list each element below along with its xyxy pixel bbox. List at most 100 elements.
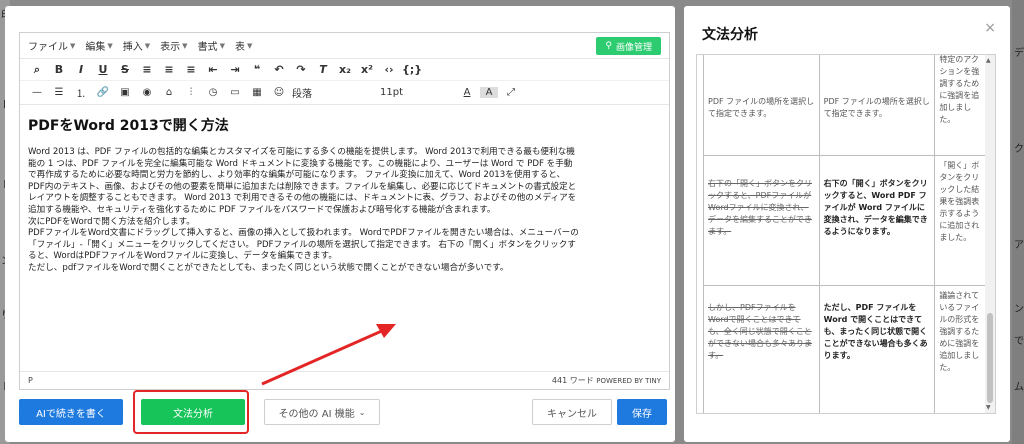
other-ai-button[interactable]: その他の AI 機能 ⌄: [264, 399, 380, 425]
editor-content[interactable]: PDFをWord 2013で開く方法 Word 2013 は、PDF ファイルの…: [20, 105, 669, 275]
fontsize-select[interactable]: 11pt: [380, 87, 450, 98]
italic-icon[interactable]: I: [72, 63, 90, 76]
chevron-down-icon: ⌄: [358, 407, 366, 417]
redo-icon[interactable]: ↷: [292, 63, 310, 76]
bookmark-icon[interactable]: ⌂: [160, 87, 178, 98]
grammar-analysis-panel: 文法分析 × PDF ファイルの場所を選択して指定できます。 PDF ファイルの…: [684, 6, 1010, 442]
image-icon[interactable]: ▣: [116, 87, 134, 98]
bg-char: ク: [1014, 144, 1024, 155]
menu-label: 表: [234, 42, 245, 53]
text-color-icon[interactable]: A: [458, 87, 476, 98]
original-cell: PDF ファイルの場所を選択して指定できます。: [703, 55, 820, 156]
bullet-list-icon[interactable]: ☰: [50, 87, 68, 98]
note-text: 特定のアクションを強調するために強調を追加しました。: [939, 55, 980, 124]
panel-scrollbar[interactable]: ▲ ▼: [985, 55, 995, 413]
other-ai-label: その他の AI 機能: [278, 408, 355, 420]
corrected-cell: ただし、PDF ファイルを Word で開くことはできても、まったく同じ状態で開…: [818, 285, 936, 413]
strikethrough-icon[interactable]: S: [116, 63, 134, 76]
link-icon[interactable]: 🔗: [94, 87, 112, 98]
note-cell: 議論されているファイルの形式を強調するために強調を追加しました。: [934, 285, 991, 413]
image-manager-label: 画像管理: [615, 42, 652, 53]
code-icon[interactable]: ‹›: [380, 63, 398, 76]
menu-insert[interactable]: 挿入 ▼: [122, 38, 150, 54]
bg-char: ア: [1014, 240, 1024, 251]
scrollbar-thumb[interactable]: [987, 313, 993, 403]
horizontal-rule-icon[interactable]: —: [28, 87, 46, 98]
chevron-down-icon: ▼: [107, 41, 113, 50]
menu-table[interactable]: 表 ▼: [234, 38, 253, 54]
cancel-label: キャンセル: [547, 408, 597, 420]
bold-icon[interactable]: B: [50, 63, 68, 76]
status-bar: P 441 ワード POWERED BY TINY: [20, 371, 669, 389]
highlight-color-icon[interactable]: A: [480, 87, 498, 98]
bg-char: デ: [1014, 48, 1024, 59]
align-left-icon[interactable]: ≡: [138, 63, 156, 76]
menu-label: 書式: [197, 42, 218, 53]
scroll-up-icon[interactable]: ▲: [986, 57, 991, 64]
numbered-list-icon[interactable]: ⒈: [72, 85, 90, 100]
doc-line: PDF内のテキスト、画像、およびその他の要素を簡単に追加または削除できます。ファ…: [28, 181, 577, 192]
menubar: ファイル ▼ 編集 ▼ 挿入 ▼ 表示 ▼ 書式 ▼ 表 ▼ ⚲ 画像管理: [20, 33, 669, 59]
scroll-down-icon[interactable]: ▼: [986, 404, 991, 411]
doc-line: Word 2013 は、PDF ファイルの包括的な編集とカスタマイズを可能にする…: [28, 147, 575, 157]
editor-modal: ファイル ▼ 編集 ▼ 挿入 ▼ 表示 ▼ 書式 ▼ 表 ▼ ⚲ 画像管理 ⌕ B I U S…: [5, 6, 675, 442]
underline-icon[interactable]: U: [94, 63, 112, 76]
clock-icon[interactable]: ◷: [204, 87, 222, 98]
doc-line: で再作成するために必要な時間と労力を節約し、より効率的な編集が可能になります。 …: [28, 170, 566, 181]
indent-icon[interactable]: ⇥: [226, 63, 244, 76]
insert-toolbar: — ☰ ⒈ 🔗 ▣ ◉ ⌂ ⫶ ◷ ▭ ▦ ☺ 段落 11pt A A ⤢: [20, 81, 669, 105]
preview-icon[interactable]: ◉: [138, 87, 156, 98]
note-cell: 「開く」ボタンをクリックした結果を強調表示するように追加されました。: [934, 155, 991, 286]
bg-char: で: [1014, 336, 1024, 347]
table-row: PDF ファイルの場所を選択して指定できます。 PDF ファイルの場所を選択して…: [703, 55, 991, 156]
cancel-button[interactable]: キャンセル: [532, 399, 612, 425]
template-icon[interactable]: {;}: [402, 63, 422, 76]
status-right: 441 ワード POWERED BY TINY: [552, 375, 661, 386]
corrected-cell: 右下の「開く」ボタンをクリックすると、Word PDF ファイルが Word フ…: [818, 155, 936, 286]
table-icon[interactable]: ▦: [248, 87, 266, 98]
menu-view[interactable]: 表示 ▼: [160, 38, 188, 54]
blockquote-icon[interactable]: ❝: [248, 63, 266, 76]
doc-line: 次にPDFをWordで開く方法を紹介します。: [28, 216, 195, 227]
close-icon[interactable]: ×: [984, 20, 996, 36]
align-center-icon[interactable]: ≡: [160, 63, 178, 76]
menu-label: 編集: [85, 42, 106, 53]
doc-line: ると、WordはPDFファイルをWordファイルに変換し、データを編集できます。: [28, 251, 337, 262]
menu-label: 挿入: [122, 42, 143, 53]
rich-text-editor: ファイル ▼ 編集 ▼ 挿入 ▼ 表示 ▼ 書式 ▼ 表 ▼ ⚲ 画像管理 ⌕ B I U S…: [19, 32, 670, 390]
corrected-text: ただし、PDF ファイルを Word で開くことはできても、まったく同じ状態で開…: [823, 303, 928, 360]
analysis-table: PDF ファイルの場所を選択して指定できます。 PDF ファイルの場所を選択して…: [703, 55, 991, 413]
bg-char: ム: [1014, 382, 1024, 393]
doc-line: 能の 1 つは、PDF ファイルを完全に編集可能な Word ドキュメントに変換…: [28, 158, 573, 169]
original-text: PDF ファイルの場所を選択して指定できます。: [708, 97, 815, 118]
page-break-icon[interactable]: ⫶: [182, 87, 200, 98]
menu-edit[interactable]: 編集 ▼: [85, 38, 113, 54]
find-replace-icon[interactable]: ⌕: [28, 63, 46, 77]
menu-label: ファイル: [28, 42, 68, 53]
save-button[interactable]: 保存: [617, 399, 667, 425]
outdent-icon[interactable]: ⇤: [204, 63, 222, 76]
menu-file[interactable]: ファイル ▼: [28, 38, 75, 54]
original-cell: 右下の「開く」ボタンをクリックすると、PDFファイルがWordファイルに変換され…: [703, 155, 820, 286]
subscript-icon[interactable]: x₂: [336, 63, 354, 76]
superscript-icon[interactable]: x²: [358, 63, 376, 76]
word-count: 441 ワード: [551, 376, 594, 385]
paragraph-select[interactable]: 段落: [292, 85, 362, 100]
image-manager-button[interactable]: ⚲ 画像管理: [596, 37, 661, 55]
corrected-text: 右下の「開く」ボタンをクリックすると、Word PDF ファイルが Word フ…: [823, 179, 928, 236]
search-icon: ⚲: [605, 41, 612, 51]
emoji-icon[interactable]: ☺: [270, 87, 288, 98]
save-label: 保存: [632, 408, 652, 420]
ai-continue-button[interactable]: AIで続きを書く: [19, 399, 123, 425]
menu-format[interactable]: 書式 ▼: [197, 38, 225, 54]
clear-format-icon[interactable]: T: [314, 63, 332, 76]
chevron-down-icon: ▼: [182, 41, 188, 50]
fullscreen-icon[interactable]: ⤢: [502, 87, 520, 98]
chevron-down-icon: ▼: [246, 41, 253, 50]
fontsize-label: 11pt: [380, 87, 403, 98]
undo-icon[interactable]: ↶: [270, 63, 288, 76]
table-row: しかし、PDFファイルをWordで開くことはできても、全く同じ状態で開くことがで…: [703, 285, 991, 413]
align-right-icon[interactable]: ≡: [182, 63, 200, 76]
media-icon[interactable]: ▭: [226, 87, 244, 98]
document-title: PDFをWord 2013で開く方法: [28, 118, 229, 134]
